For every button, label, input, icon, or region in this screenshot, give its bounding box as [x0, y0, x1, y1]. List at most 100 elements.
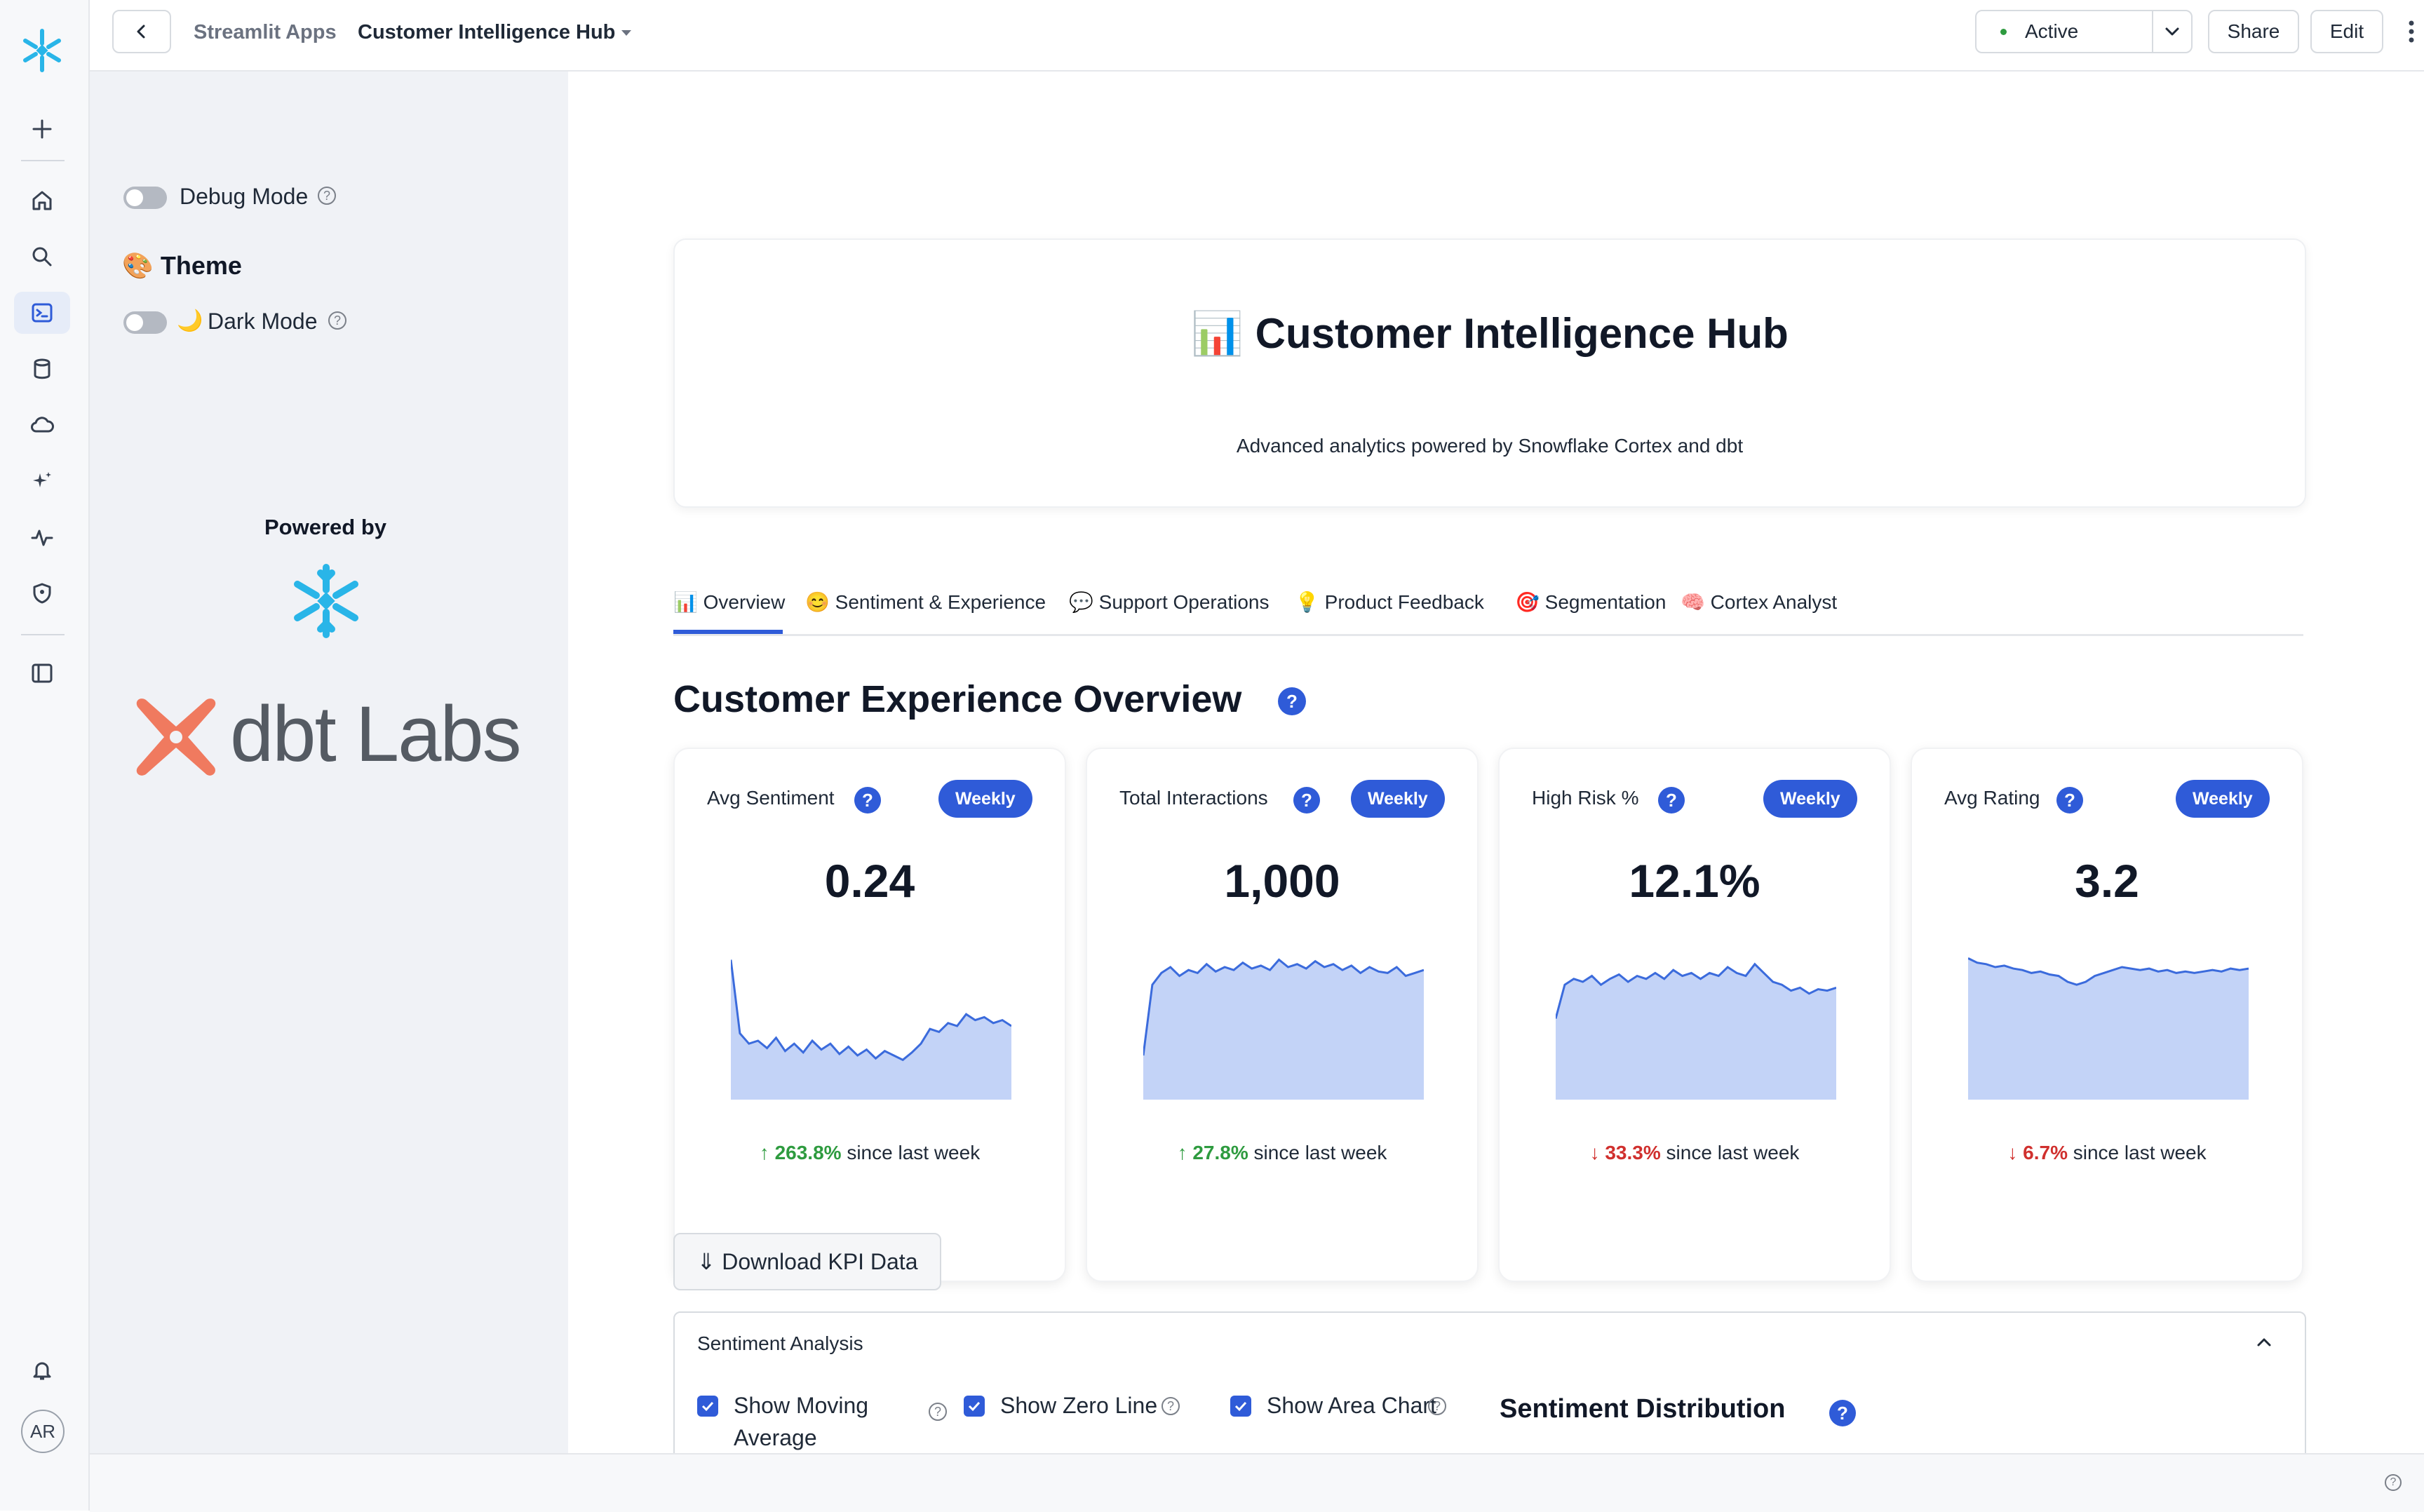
- kpi-value: 0.24: [824, 855, 915, 907]
- status-dropdown-button[interactable]: [2152, 10, 2193, 53]
- kpi-card: Avg Rating ? Weekly 3.2 ↓ 6.7% since las…: [1911, 748, 2303, 1282]
- kpi-delta: ↑ 263.8% since last week: [675, 1142, 1065, 1164]
- dbt-logo-icon: [136, 698, 216, 776]
- tab-segmentation[interactable]: 🎯 Segmentation: [1515, 590, 1666, 614]
- tab-sentiment-experience[interactable]: 😊 Sentiment & Experience: [805, 590, 1046, 614]
- delta-value: 33.3%: [1605, 1142, 1661, 1163]
- avatar[interactable]: AR: [21, 1410, 65, 1453]
- kpi-delta: ↓ 6.7% since last week: [1912, 1142, 2302, 1164]
- page-subtitle: Advanced analytics powered by Snowflake …: [1236, 435, 1744, 457]
- chart-emoji-icon: 📊: [1191, 310, 1244, 357]
- checkbox-label: Show Area Chart: [1267, 1393, 1436, 1418]
- avatar-initials: AR: [29, 1420, 56, 1442]
- delta-value: 27.8%: [1192, 1142, 1248, 1163]
- tab-support-operations[interactable]: 💬 Support Operations: [1069, 590, 1269, 614]
- delta-suffix: since last week: [847, 1142, 981, 1163]
- delta-suffix: since last week: [1253, 1142, 1387, 1163]
- period-badge[interactable]: Weekly: [1351, 780, 1445, 818]
- tab-label: Overview: [703, 591, 786, 613]
- plus-icon[interactable]: [14, 108, 70, 150]
- dark-mode-toggle[interactable]: [123, 311, 167, 334]
- dbt-logo-text: dbt Labs: [230, 690, 522, 778]
- search-icon[interactable]: [14, 236, 70, 278]
- delta-value: 6.7%: [2023, 1142, 2068, 1163]
- area-chart-checkbox[interactable]: [1230, 1396, 1251, 1417]
- kpi-card: Total Interactions ? Weekly 1,000 ↑ 27.8…: [1086, 748, 1479, 1282]
- home-icon[interactable]: [14, 180, 70, 222]
- dark-mode-label: Dark Mode: [208, 309, 318, 334]
- edit-button[interactable]: Edit: [2310, 10, 2383, 53]
- page-title: 📊 Customer Intelligence Hub: [675, 309, 2305, 358]
- powered-by-label: Powered by: [264, 515, 386, 539]
- back-button[interactable]: [112, 10, 171, 53]
- cloud-icon[interactable]: [14, 404, 70, 446]
- help-icon[interactable]: ?: [2056, 787, 2083, 814]
- shield-icon[interactable]: [14, 572, 70, 614]
- sparkline-area: [1143, 959, 1424, 1100]
- sparkline-chart: [1143, 958, 1424, 1100]
- chevron-down-icon: [2165, 27, 2179, 36]
- download-kpi-label: ⇓ Download KPI Data: [696, 1249, 918, 1274]
- edit-label: Edit: [2329, 20, 2364, 42]
- theme-heading-text: Theme: [160, 251, 242, 280]
- share-label: Share: [2227, 20, 2280, 42]
- help-icon[interactable]: ?: [1658, 787, 1685, 814]
- snowflake-logo-icon[interactable]: [14, 29, 70, 72]
- zero-line-checkbox[interactable]: [964, 1396, 985, 1417]
- bell-icon[interactable]: [14, 1349, 70, 1391]
- help-icon[interactable]: ?: [854, 787, 881, 814]
- share-button[interactable]: Share: [2208, 10, 2299, 53]
- delta-suffix: since last week: [2073, 1142, 2207, 1163]
- check-icon: [1234, 1401, 1247, 1412]
- help-icon[interactable]: ?: [1278, 687, 1306, 715]
- more-options-icon[interactable]: [2407, 20, 2416, 43]
- status-button[interactable]: Active: [1975, 10, 2153, 53]
- help-icon[interactable]: ?: [1293, 787, 1320, 814]
- tab-product-feedback[interactable]: 💡 Product Feedback: [1295, 590, 1484, 614]
- period-badge[interactable]: Weekly: [1763, 780, 1857, 818]
- download-kpi-button[interactable]: ⇓ Download KPI Data: [673, 1233, 941, 1290]
- period-badge[interactable]: Weekly: [2176, 780, 2270, 818]
- top-bar: Streamlit Apps Customer Intelligence Hub…: [90, 0, 2424, 72]
- kpi-label: Total Interactions: [1119, 787, 1268, 809]
- period-badge[interactable]: Weekly: [938, 780, 1032, 818]
- status-label: Active: [2025, 20, 2079, 42]
- help-icon[interactable]: ?: [929, 1403, 947, 1421]
- help-icon[interactable]: ?: [1829, 1400, 1856, 1426]
- app-name[interactable]: Customer Intelligence Hub: [358, 21, 615, 44]
- breadcrumb-parent[interactable]: Streamlit Apps: [194, 21, 337, 44]
- tab-label: Segmentation: [1544, 591, 1666, 613]
- delta-arrow-icon: ↓: [2007, 1142, 2018, 1163]
- help-icon[interactable]: ?: [328, 311, 346, 330]
- help-icon[interactable]: ?: [2385, 1474, 2402, 1491]
- activity-icon[interactable]: [14, 516, 70, 558]
- help-icon[interactable]: ?: [318, 187, 336, 205]
- rail-divider: [21, 160, 65, 161]
- tab-overview[interactable]: 📊 Overview: [673, 590, 785, 614]
- kpi-value: 1,000: [1224, 855, 1340, 907]
- sparkle-icon[interactable]: [14, 460, 70, 502]
- snowflake-logo-icon: [294, 564, 358, 638]
- tab-label: Cortex Analyst: [1710, 591, 1838, 613]
- kpi-label: High Risk %: [1532, 787, 1639, 809]
- panel-icon[interactable]: [14, 652, 70, 694]
- chevron-up-icon[interactable]: [2256, 1337, 2272, 1348]
- tab-cortex-analyst[interactable]: 🧠 Cortex Analyst: [1681, 590, 1837, 614]
- caret-down-icon[interactable]: [620, 29, 633, 37]
- help-icon[interactable]: ?: [1162, 1397, 1180, 1415]
- icon-rail: AR: [0, 0, 90, 1511]
- tab-bar: 📊 Overview 😊 Sentiment & Experience 💬 Su…: [673, 585, 2303, 636]
- debug-mode-toggle[interactable]: [123, 187, 167, 209]
- checkbox-label: Show Moving: [734, 1393, 869, 1418]
- header-card: 📊 Customer Intelligence Hub Advanced ana…: [673, 238, 2306, 508]
- delta-arrow-icon: ↓: [1589, 1142, 1600, 1163]
- expander-title[interactable]: Sentiment Analysis: [697, 1332, 863, 1355]
- palette-icon: 🎨: [122, 251, 154, 280]
- database-icon[interactable]: [14, 348, 70, 390]
- help-icon[interactable]: ?: [1428, 1397, 1446, 1415]
- moving-average-checkbox[interactable]: [697, 1396, 718, 1417]
- terminal-icon[interactable]: [14, 292, 70, 334]
- status-dot: [2000, 28, 2007, 35]
- checkbox-label: Average: [734, 1425, 817, 1450]
- kpi-label: Avg Rating: [1944, 787, 2040, 809]
